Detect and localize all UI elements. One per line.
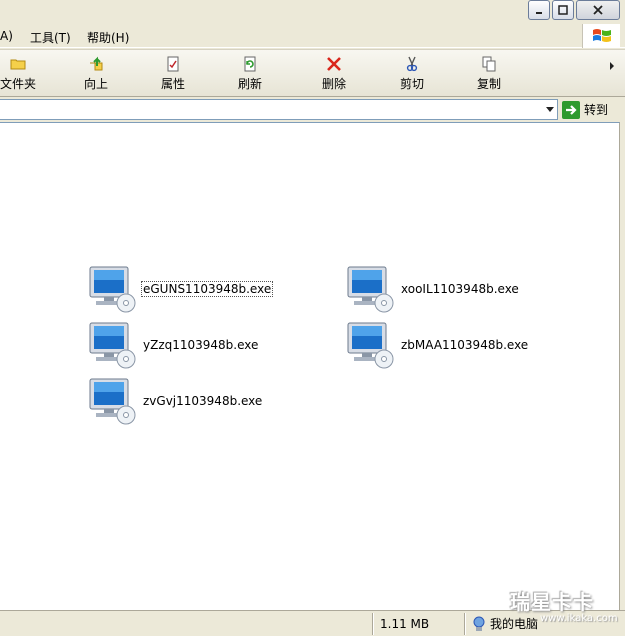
executable-icon xyxy=(88,265,140,313)
file-name: xooIL1103948b.exe xyxy=(401,282,519,296)
copy-label: 复制 xyxy=(476,77,501,91)
toolbar-overflow-icon[interactable] xyxy=(608,61,616,71)
windows-logo xyxy=(582,24,620,48)
folder-icon xyxy=(10,59,26,70)
copy-icon xyxy=(482,56,496,72)
toolbar: 文件夹 向上 属性 刷新 删除 剪切 复制 xyxy=(0,49,625,97)
refresh-label: 刷新 xyxy=(237,77,262,91)
go-arrow-icon xyxy=(562,100,580,119)
status-location: 我的电脑 xyxy=(472,615,538,632)
file-item[interactable]: yZzq1103948b.exe xyxy=(88,321,259,369)
copy-button[interactable]: 复制 xyxy=(461,56,517,94)
folders-button[interactable]: 文件夹 xyxy=(0,56,46,94)
maximize-icon xyxy=(558,5,568,15)
watermark-url: www.ikaka.com xyxy=(540,613,618,624)
close-button[interactable] xyxy=(576,0,620,20)
maximize-button[interactable] xyxy=(552,0,574,20)
executable-icon xyxy=(346,321,398,369)
status-size: 1.11 MB xyxy=(380,617,430,631)
file-name: zbMAA1103948b.exe xyxy=(401,338,529,352)
file-view[interactable]: eGUNS1103948b.exe xooIL1103948b.exe yZzq… xyxy=(0,122,620,610)
status-location-label: 我的电脑 xyxy=(490,617,539,631)
cut-label: 剪切 xyxy=(399,77,424,91)
file-name: zvGvj1103948b.exe xyxy=(143,394,263,408)
delete-label: 删除 xyxy=(321,77,346,91)
minimize-icon xyxy=(536,12,542,14)
menu-item-a[interactable]: A) xyxy=(0,29,13,43)
menu-item-tools[interactable]: 工具(T) xyxy=(30,29,71,46)
title-bar xyxy=(0,0,625,24)
status-separator xyxy=(372,613,374,635)
file-item[interactable]: xooIL1103948b.exe xyxy=(346,265,520,313)
folders-label: 文件夹 xyxy=(0,77,36,91)
delete-button[interactable]: 删除 xyxy=(306,56,362,94)
address-input[interactable] xyxy=(0,99,558,120)
file-name: yZzq1103948b.exe xyxy=(143,338,259,352)
status-separator xyxy=(464,613,466,635)
watermark-logo: 瑞星卡卡 xyxy=(510,590,594,614)
up-button[interactable]: 向上 xyxy=(68,56,124,94)
close-icon xyxy=(593,5,603,15)
menu-bar: A) 工具(T) 帮助(H) xyxy=(0,24,625,48)
cut-icon xyxy=(406,56,418,72)
executable-icon xyxy=(346,265,398,313)
refresh-icon xyxy=(244,56,256,72)
properties-button[interactable]: 属性 xyxy=(145,56,201,94)
minimize-button[interactable] xyxy=(528,0,550,20)
go-button[interactable]: 转到 xyxy=(562,99,622,120)
properties-label: 属性 xyxy=(160,77,185,91)
chevron-down-icon xyxy=(546,107,554,112)
file-item[interactable]: zbMAA1103948b.exe xyxy=(346,321,529,369)
up-folder-icon xyxy=(90,56,103,71)
file-item[interactable]: eGUNS1103948b.exe xyxy=(88,265,274,313)
delete-icon xyxy=(327,57,341,71)
cut-button[interactable]: 剪切 xyxy=(384,56,440,94)
file-item[interactable]: zvGvj1103948b.exe xyxy=(88,377,263,425)
go-label: 转到 xyxy=(584,103,609,117)
file-name: eGUNS1103948b.exe xyxy=(140,281,274,297)
windows-flag-icon xyxy=(592,29,611,42)
executable-icon xyxy=(88,377,140,425)
refresh-button[interactable]: 刷新 xyxy=(222,56,278,94)
address-bar: 转到 xyxy=(0,98,625,122)
properties-icon xyxy=(167,56,179,72)
up-label: 向上 xyxy=(83,77,108,91)
address-dropdown-button[interactable] xyxy=(542,100,558,119)
my-computer-icon xyxy=(473,616,485,631)
menu-item-help[interactable]: 帮助(H) xyxy=(87,29,129,46)
executable-icon xyxy=(88,321,140,369)
